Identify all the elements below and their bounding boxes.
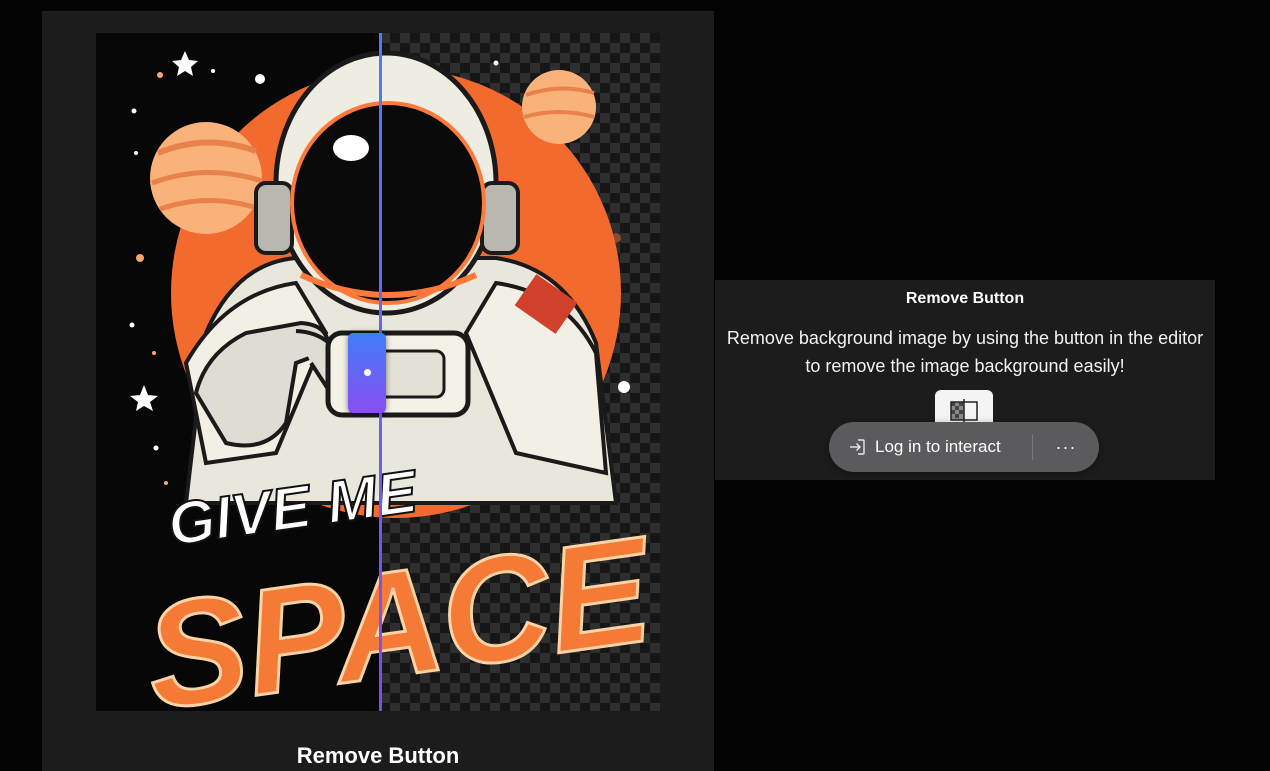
before-after-viewer[interactable]: GIVE ME SPACE (96, 33, 660, 711)
planet-right (522, 70, 596, 144)
comparison-card: GIVE ME SPACE Remove Button (42, 11, 714, 771)
more-options-button[interactable]: ··· (1033, 422, 1099, 472)
card-title: Remove Button (905, 290, 1025, 307)
info-card: Remove Button Remove background image by… (715, 280, 1215, 480)
planet-left (150, 122, 263, 234)
login-overlay: Log in to interact ··· (829, 422, 1099, 472)
login-label: Log in to interact (875, 437, 1001, 456)
comparison-slider-handle[interactable] (348, 333, 386, 413)
card-description: Remove background image by using the but… (726, 328, 1204, 376)
login-button[interactable]: Log in to interact (829, 422, 1032, 472)
login-arrow-icon (850, 439, 865, 455)
handle-dot (364, 369, 371, 376)
card-caption: Remove Button (296, 743, 460, 768)
